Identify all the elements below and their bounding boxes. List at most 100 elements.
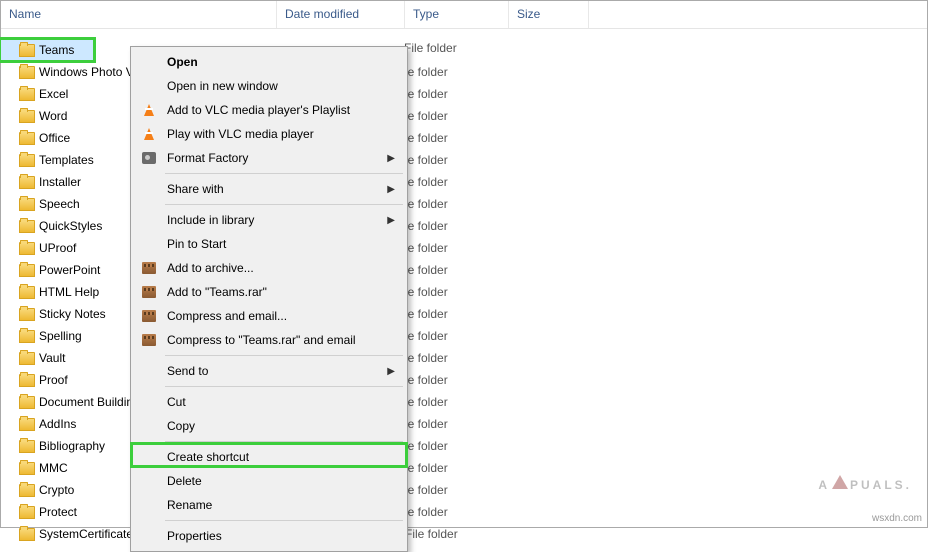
menu-send-to[interactable]: Send to▶ [133,359,405,383]
type-cell: le folder [405,197,509,211]
file-name: Crypto [39,483,74,497]
menu-separator [165,173,403,174]
type-cell: le folder [405,395,509,409]
vlc-icon [141,126,157,142]
context-menu: Open Open in new window Add to VLC media… [130,46,408,552]
file-name: MMC [39,461,68,475]
folder-icon [19,396,35,409]
file-name: SystemCertificates [39,527,139,541]
col-date[interactable]: Date modified [277,1,405,28]
type-cell: le folder [405,461,509,475]
file-name: Vault [39,351,65,365]
file-name: Bibliography [39,439,105,453]
chevron-right-icon: ▶ [387,153,395,164]
folder-icon [19,264,35,277]
type-cell: le folder [405,263,509,277]
file-name: Speech [39,197,80,211]
menu-cut[interactable]: Cut [133,390,405,414]
folder-icon [19,352,35,365]
file-name: Teams [39,43,74,57]
folder-icon [19,330,35,343]
type-cell: le folder [405,285,509,299]
triangle-icon [832,475,848,489]
type-cell: le folder [405,307,509,321]
type-cell: le folder [405,87,509,101]
file-name: Spelling [39,329,82,343]
folder-icon [19,440,35,453]
watermark-brand: APUALS. [818,478,912,492]
menu-copy[interactable]: Copy [133,414,405,438]
menu-add-teams-rar[interactable]: Add to "Teams.rar" [133,280,405,304]
format-factory-icon [141,150,157,166]
menu-separator [165,386,403,387]
file-name: Templates [39,153,94,167]
col-name[interactable]: Name [1,1,277,28]
file-name: Proof [39,373,68,387]
type-cell: le folder [405,329,509,343]
folder-icon [19,220,35,233]
file-name: PowerPoint [39,263,100,277]
menu-compress-email[interactable]: Compress and email... [133,304,405,328]
file-name: Excel [39,87,68,101]
folder-icon [19,418,35,431]
watermark-site: wsxdn.com [872,513,922,524]
list-item-teams[interactable]: Teams [0,39,94,61]
chevron-right-icon: ▶ [387,184,395,195]
winrar-icon [141,260,157,276]
type-cell: le folder [405,483,509,497]
folder-icon [19,88,35,101]
folder-icon [19,286,35,299]
menu-add-archive[interactable]: Add to archive... [133,256,405,280]
vlc-icon [141,102,157,118]
file-name: AddIns [39,417,76,431]
menu-open[interactable]: Open [133,50,405,74]
menu-format-factory[interactable]: Format Factory▶ [133,146,405,170]
folder-icon [19,66,35,79]
col-size[interactable]: Size [509,1,589,28]
menu-vlc-play[interactable]: Play with VLC media player [133,122,405,146]
folder-icon [19,506,35,519]
chevron-right-icon: ▶ [387,215,395,226]
menu-open-new-window[interactable]: Open in new window [133,74,405,98]
folder-icon [19,44,35,57]
type-cell: le folder [405,175,509,189]
folder-icon [19,528,35,541]
file-name: Word [39,109,67,123]
menu-separator [165,520,403,521]
menu-rename[interactable]: Rename [133,493,405,517]
type-cell: le folder [405,373,509,387]
type-cell: File folder [405,527,509,541]
winrar-icon [141,284,157,300]
type-cell: le folder [405,109,509,123]
file-name: Protect [39,505,77,519]
menu-vlc-add[interactable]: Add to VLC media player's Playlist [133,98,405,122]
file-name: Windows Photo V [39,65,134,79]
menu-delete[interactable]: Delete [133,469,405,493]
menu-pin-start[interactable]: Pin to Start [133,232,405,256]
type-cell: le folder [405,505,509,519]
chevron-right-icon: ▶ [387,366,395,377]
type-cell: le folder [405,351,509,365]
folder-icon [19,484,35,497]
col-type[interactable]: Type [405,1,509,28]
winrar-icon [141,332,157,348]
menu-properties[interactable]: Properties [133,524,405,548]
file-name: HTML Help [39,285,99,299]
folder-icon [19,308,35,321]
type-cell: le folder [405,241,509,255]
type-cell: le folder [405,65,509,79]
type-cell: File folder [404,41,457,55]
folder-icon [19,176,35,189]
type-cell: le folder [405,439,509,453]
menu-separator [165,441,403,442]
type-cell: le folder [405,153,509,167]
folder-icon [19,198,35,211]
menu-include-library[interactable]: Include in library▶ [133,208,405,232]
menu-share-with[interactable]: Share with▶ [133,177,405,201]
menu-create-shortcut[interactable]: Create shortcut [133,445,405,469]
menu-compress-teams-email[interactable]: Compress to "Teams.rar" and email [133,328,405,352]
type-cell: le folder [405,417,509,431]
folder-icon [19,462,35,475]
file-name: Office [39,131,70,145]
menu-separator [165,355,403,356]
